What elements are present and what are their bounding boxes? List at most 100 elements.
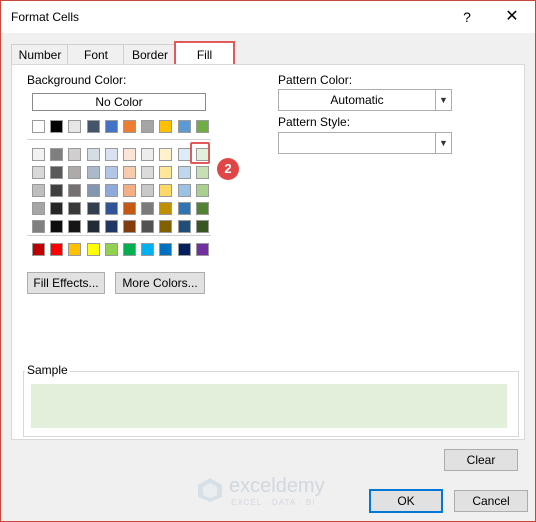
color-swatch-tint3-7[interactable] (141, 184, 154, 197)
color-swatch-tint3-9[interactable] (178, 184, 191, 197)
pattern-color-select[interactable]: Automatic ▼ (278, 89, 452, 111)
watermark: exceldemy EXCEL · DATA · BI (197, 473, 347, 509)
color-swatch-standard-8[interactable] (159, 243, 172, 256)
tab-border[interactable]: Border (123, 44, 177, 65)
color-swatch-tint2-5[interactable] (105, 166, 118, 179)
color-swatch-tint4-8[interactable] (159, 202, 172, 215)
no-color-button[interactable]: No Color (32, 93, 206, 111)
color-swatch-theme-4[interactable] (87, 120, 100, 133)
color-swatch-theme-3[interactable] (68, 120, 81, 133)
color-swatch-theme-8[interactable] (159, 120, 172, 133)
color-swatch-standard-6[interactable] (123, 243, 136, 256)
clear-button[interactable]: Clear (444, 449, 518, 471)
color-swatch-theme-10[interactable] (196, 120, 209, 133)
color-swatch-tint5-7[interactable] (141, 220, 154, 233)
color-swatch-theme-1[interactable] (32, 120, 45, 133)
close-icon[interactable]: ✕ (501, 7, 523, 27)
cancel-button[interactable]: Cancel (454, 490, 528, 512)
color-swatch-tint3-2[interactable] (50, 184, 63, 197)
color-swatch-tint4-2[interactable] (50, 202, 63, 215)
tab-number[interactable]: Number (11, 44, 69, 65)
format-cells-dialog: Format Cells ? ✕ Number Font Border Fill… (0, 0, 536, 522)
color-swatch-tint1-3[interactable] (68, 148, 81, 161)
color-swatch-tint1-2[interactable] (50, 148, 63, 161)
color-swatch-tint2-10[interactable] (196, 166, 209, 179)
selected-color-highlight (190, 142, 210, 164)
watermark-name: exceldemy (229, 475, 325, 497)
more-colors-button[interactable]: More Colors... (115, 272, 205, 294)
fill-effects-button[interactable]: Fill Effects... (27, 272, 105, 294)
color-swatch-tint5-9[interactable] (178, 220, 191, 233)
color-swatch-standard-5[interactable] (105, 243, 118, 256)
color-swatch-tint5-4[interactable] (87, 220, 100, 233)
palette-divider (27, 235, 211, 236)
color-swatch-tint5-2[interactable] (50, 220, 63, 233)
pattern-color-label: Pattern Color: (278, 73, 353, 87)
color-swatch-tint4-10[interactable] (196, 202, 209, 215)
color-swatch-tint1-8[interactable] (159, 148, 172, 161)
color-swatch-tint4-9[interactable] (178, 202, 191, 215)
tab-font[interactable]: Font (67, 44, 125, 65)
color-swatch-tint2-2[interactable] (50, 166, 63, 179)
color-swatch-standard-2[interactable] (50, 243, 63, 256)
color-swatch-tint4-5[interactable] (105, 202, 118, 215)
color-swatch-tint5-8[interactable] (159, 220, 172, 233)
color-swatch-tint1-6[interactable] (123, 148, 136, 161)
color-swatch-tint4-7[interactable] (141, 202, 154, 215)
watermark-subtitle: EXCEL · DATA · BI (231, 498, 316, 507)
background-color-label: Background Color: (27, 73, 127, 87)
color-swatch-tint5-3[interactable] (68, 220, 81, 233)
color-swatch-tint4-1[interactable] (32, 202, 45, 215)
chevron-down-icon[interactable]: ▼ (435, 133, 451, 153)
color-swatch-tint2-3[interactable] (68, 166, 81, 179)
color-swatch-tint1-5[interactable] (105, 148, 118, 161)
title-bar: Format Cells ? ✕ (1, 1, 535, 33)
color-swatch-tint2-6[interactable] (123, 166, 136, 179)
color-swatch-tint2-1[interactable] (32, 166, 45, 179)
sample-preview (31, 384, 507, 428)
color-swatch-tint2-7[interactable] (141, 166, 154, 179)
pattern-style-label: Pattern Style: (278, 115, 351, 129)
color-swatch-theme-5[interactable] (105, 120, 118, 133)
ok-button[interactable]: OK (369, 489, 443, 513)
color-swatch-tint2-4[interactable] (87, 166, 100, 179)
chevron-down-icon[interactable]: ▼ (435, 90, 451, 110)
color-swatch-theme-9[interactable] (178, 120, 191, 133)
color-swatch-theme-6[interactable] (123, 120, 136, 133)
color-swatch-theme-2[interactable] (50, 120, 63, 133)
color-swatch-standard-1[interactable] (32, 243, 45, 256)
color-swatch-tint4-3[interactable] (68, 202, 81, 215)
color-swatch-tint3-6[interactable] (123, 184, 136, 197)
color-swatch-tint4-6[interactable] (123, 202, 136, 215)
color-swatch-tint3-1[interactable] (32, 184, 45, 197)
color-swatch-tint5-6[interactable] (123, 220, 136, 233)
pattern-color-value: Automatic (330, 93, 384, 107)
color-swatch-tint3-3[interactable] (68, 184, 81, 197)
help-icon[interactable]: ? (457, 7, 477, 27)
color-swatch-tint2-9[interactable] (178, 166, 191, 179)
pattern-style-select[interactable]: ▼ (278, 132, 452, 154)
color-swatch-standard-4[interactable] (87, 243, 100, 256)
color-swatch-tint3-10[interactable] (196, 184, 209, 197)
color-swatch-tint4-4[interactable] (87, 202, 100, 215)
color-swatch-tint1-7[interactable] (141, 148, 154, 161)
color-swatch-tint5-5[interactable] (105, 220, 118, 233)
color-swatch-tint5-10[interactable] (196, 220, 209, 233)
color-swatch-theme-7[interactable] (141, 120, 154, 133)
dialog-title: Format Cells (11, 10, 80, 24)
color-swatch-standard-10[interactable] (196, 243, 209, 256)
color-swatch-tint1-4[interactable] (87, 148, 100, 161)
sample-label: Sample (25, 363, 70, 377)
color-swatch-tint3-4[interactable] (87, 184, 100, 197)
palette-divider (27, 139, 211, 140)
color-swatch-tint3-8[interactable] (159, 184, 172, 197)
color-swatch-tint2-8[interactable] (159, 166, 172, 179)
color-swatch-standard-7[interactable] (141, 243, 154, 256)
step-badge-2: 2 (217, 158, 239, 180)
color-swatch-tint1-1[interactable] (32, 148, 45, 161)
color-swatch-tint5-1[interactable] (32, 220, 45, 233)
color-swatch-standard-9[interactable] (178, 243, 191, 256)
color-swatch-standard-3[interactable] (68, 243, 81, 256)
exceldemy-logo-icon (198, 478, 222, 502)
color-swatch-tint3-5[interactable] (105, 184, 118, 197)
